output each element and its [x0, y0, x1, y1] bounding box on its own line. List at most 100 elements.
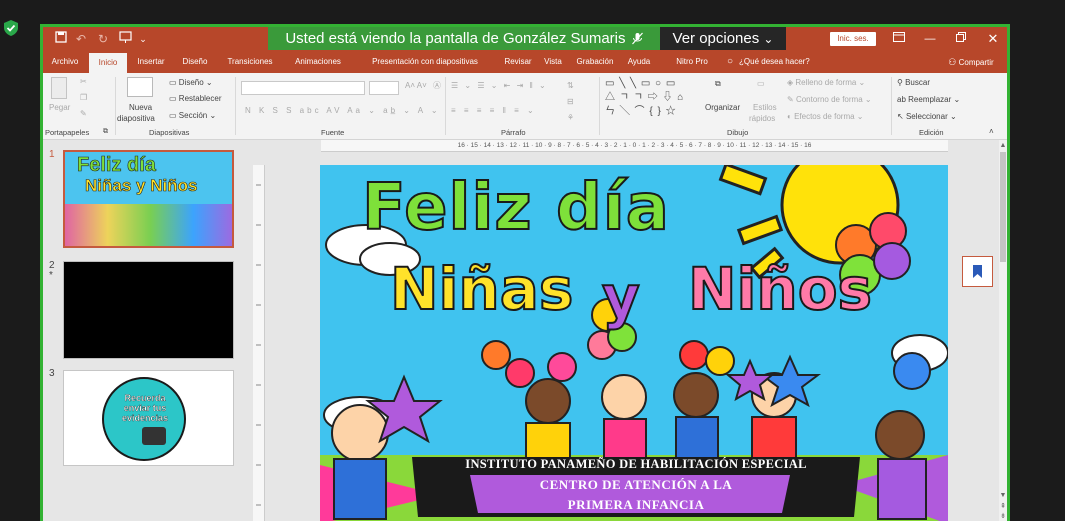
- section-button[interactable]: ▭ Sección ⌄: [169, 111, 216, 121]
- quick-styles-icon[interactable]: ▭: [757, 79, 765, 89]
- list-buttons-row[interactable]: ☰ ⌄ ☰ ⌄ ⇤ ⇥ ‖ ⌄: [451, 81, 548, 91]
- tab-nitro-pro[interactable]: Nitro Pro: [671, 51, 713, 73]
- dialog-launcher-icon[interactable]: ⧉: [103, 127, 108, 137]
- thumbnail-title: Feliz día: [77, 154, 157, 177]
- shapes-gallery-row-2[interactable]: △ ㄱ ㄱ ⇨ ⇩ ⌂: [605, 93, 684, 103]
- tab-animaciones[interactable]: Animaciones: [287, 51, 349, 73]
- shapes-gallery[interactable]: ▭ ╲ ╲ ▭ ○ ▭: [605, 79, 676, 89]
- new-slide-label[interactable]: Nueva: [129, 103, 152, 113]
- group-divider: [235, 77, 236, 135]
- cut-icon[interactable]: ✂: [80, 77, 87, 87]
- find-button[interactable]: ⚲ Buscar: [897, 78, 930, 88]
- minimize-icon[interactable]: —: [918, 29, 942, 49]
- vertical-scrollbar[interactable]: ▲ ▼ ⇞ ⇟: [999, 140, 1007, 521]
- slide-thumbnail-2[interactable]: [63, 261, 234, 359]
- tab-ayuda[interactable]: Ayuda: [623, 51, 655, 73]
- layout-button[interactable]: ▭ Diseño ⌄: [169, 78, 213, 88]
- shape-effects-button[interactable]: ◐ Efectos de forma ⌄: [787, 112, 864, 122]
- thumbnail-number: 3: [49, 368, 55, 379]
- ribbon-home: Pegar ✂ ❐ ✎ Portapapeles ⧉ Nueva diaposi…: [43, 73, 1007, 140]
- shapes-gallery-row-3[interactable]: ㄣ ╲ ⌒ { } ☆: [605, 107, 677, 117]
- tab-grabacion[interactable]: Grabación: [573, 51, 617, 73]
- tell-me-label: ¿Qué desea hacer?: [739, 57, 810, 66]
- copy-icon[interactable]: ❐: [80, 93, 87, 103]
- font-size-increase-icon[interactable]: A˄ A˅: [405, 81, 427, 91]
- effects-icon: ◐: [787, 112, 792, 121]
- slide-banner-line-1: INSTITUTO PANAMEÑO DE HABILITACIÓN ESPEC…: [465, 457, 807, 471]
- shape-fill-button[interactable]: ◈ Relleno de forma ⌄: [787, 78, 865, 88]
- redo-icon[interactable]: ↻: [95, 31, 111, 47]
- replace-button[interactable]: ab Reemplazar ⌄: [897, 95, 960, 105]
- smartart-icon[interactable]: ⚘: [567, 113, 574, 123]
- quick-styles-label-2[interactable]: rápidos: [749, 114, 775, 124]
- slide-title-y: y: [601, 262, 641, 332]
- lightbulb-icon: ○: [727, 56, 734, 67]
- restore-icon[interactable]: [949, 29, 973, 49]
- tab-revisar[interactable]: Revisar: [501, 51, 535, 73]
- slide-thumbnail-3[interactable]: Recuerda enviar tus evidencias: [63, 370, 234, 466]
- thumbnail-subtitle: Niñas y Niños: [85, 176, 198, 196]
- tab-diseno[interactable]: Diseño: [177, 51, 213, 73]
- tab-insertar[interactable]: Insertar: [131, 51, 171, 73]
- scroll-up-icon[interactable]: ▲: [999, 142, 1007, 149]
- tab-inicio[interactable]: Inicio: [89, 53, 127, 73]
- reset-button[interactable]: ▭ Restablecer: [169, 94, 221, 104]
- slide-canvas[interactable]: Feliz día Niñas y Niños INSTITUTO PANAME…: [320, 165, 948, 521]
- view-options-button[interactable]: Ver opciones ⌄: [660, 27, 786, 50]
- previous-slide-icon[interactable]: ⇞: [999, 502, 1007, 510]
- group-slides-label: Diapositivas: [149, 128, 190, 137]
- font-size-combo[interactable]: [369, 81, 399, 95]
- bookmark-icon: [973, 265, 982, 278]
- sign-in-button[interactable]: Inic. ses.: [830, 32, 876, 46]
- format-painter-icon[interactable]: ✎: [80, 109, 87, 119]
- tab-presentacion[interactable]: Presentación con diapositivas: [355, 51, 495, 73]
- arrange-button[interactable]: Organizar: [705, 103, 740, 113]
- ribbon-display-options-icon[interactable]: [887, 29, 911, 49]
- reset-icon: ▭: [169, 94, 177, 103]
- text-direction-icon[interactable]: ⇅: [567, 81, 574, 91]
- paste-icon[interactable]: [51, 77, 67, 99]
- font-name-combo[interactable]: [241, 81, 365, 95]
- tell-me-search[interactable]: ○ ¿Qué desea hacer?: [727, 51, 827, 73]
- start-from-beginning-icon[interactable]: [117, 31, 133, 47]
- layout-label: Diseño: [178, 78, 204, 87]
- new-slide-icon[interactable]: [127, 77, 153, 97]
- slide-banner-line-3: PRIMERA INFANCIA: [567, 497, 705, 512]
- shape-outline-button[interactable]: ✎ Contorno de forma ⌄: [787, 95, 872, 105]
- bookmark-button[interactable]: [962, 256, 993, 287]
- scrollbar-thumb[interactable]: [1000, 152, 1006, 262]
- quick-styles-label[interactable]: Estilos: [753, 103, 777, 113]
- save-icon[interactable]: [53, 31, 69, 47]
- view-options-label: Ver opciones: [672, 30, 760, 47]
- group-divider: [445, 77, 446, 135]
- share-button[interactable]: ⚇ Compartir: [939, 51, 1003, 73]
- clear-formatting-icon[interactable]: Ⓐ: [433, 81, 441, 91]
- group-font-label: Fuente: [321, 128, 345, 137]
- scroll-down-icon[interactable]: ▼: [999, 492, 1007, 499]
- cursor-icon: ↖: [897, 112, 904, 121]
- align-text-icon[interactable]: ⊟: [567, 97, 574, 107]
- replace-icon: ab: [897, 95, 906, 104]
- evidence-badge-text: Recuerda enviar tus evidencias: [121, 393, 169, 423]
- new-slide-label-2[interactable]: diapositiva: [117, 114, 155, 124]
- font-format-row[interactable]: N K S S abc AV Aa ⌄ ab̲ ⌄ A ⌄: [245, 106, 441, 116]
- tab-vista[interactable]: Vista: [539, 51, 567, 73]
- group-drawing-label: Dibujo: [727, 128, 749, 137]
- horizontal-ruler: 16 · 15 · 14 · 13 · 12 · 11 · 10 · 9 · 8…: [321, 140, 948, 152]
- customize-qat-icon[interactable]: ⌄: [137, 31, 149, 47]
- tab-transiciones[interactable]: Transiciones: [221, 51, 279, 73]
- next-slide-icon[interactable]: ⇟: [999, 512, 1007, 520]
- select-button[interactable]: ↖ Seleccionar ⌄: [897, 112, 957, 122]
- collapse-ribbon-icon[interactable]: ˄: [989, 127, 994, 137]
- undo-icon[interactable]: ↶: [73, 31, 89, 47]
- search-icon: ⚲: [897, 78, 903, 87]
- powerpoint-window: ↶ ↻ ⌄ Usted está viendo la pantalla de G…: [40, 24, 1010, 521]
- slide-banner-line-2: CENTRO DE ATENCIÓN A LA: [539, 477, 733, 492]
- paste-button[interactable]: Pegar: [49, 103, 70, 113]
- alignment-buttons-row[interactable]: ≡ ≡ ≡ ≡ ‖ ≡ ⌄: [451, 106, 537, 116]
- share-banner-text: Usted está viendo la pantalla de Gonzále…: [285, 30, 626, 47]
- arrange-icon[interactable]: ⧉: [715, 79, 721, 89]
- tab-archivo[interactable]: Archivo: [45, 51, 85, 73]
- close-icon[interactable]: ✕: [981, 29, 1005, 49]
- slide-thumbnail-1[interactable]: Feliz día Niñas y Niños: [63, 150, 234, 248]
